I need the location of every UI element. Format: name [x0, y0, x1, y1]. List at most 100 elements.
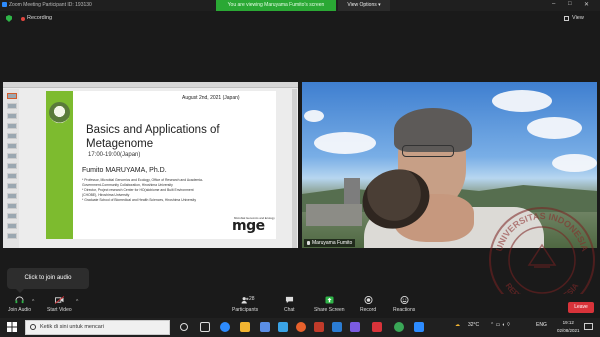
current-slide: August 2nd, 2021 (Japan) Basics and Appl…	[46, 91, 276, 239]
share-screen-icon	[325, 296, 334, 304]
firefox-icon[interactable]	[296, 322, 306, 332]
slide-thumbnail[interactable]	[7, 133, 17, 139]
slide-thumbnail[interactable]	[7, 233, 17, 239]
chat-icon	[285, 296, 293, 304]
tooltip-pointer	[16, 289, 24, 293]
taskbar-search-placeholder: Ketik di sini untuk mencari	[40, 324, 104, 330]
slide-thumbnail[interactable]	[7, 173, 17, 179]
slide-thumbnail[interactable]	[7, 203, 17, 209]
leave-button[interactable]: Leave	[568, 302, 594, 313]
reactions-icon	[400, 296, 409, 304]
word-icon[interactable]	[332, 322, 342, 332]
file-explorer-icon[interactable]	[240, 322, 250, 332]
reactions-label: Reactions	[393, 307, 416, 313]
slide-thumbnail[interactable]	[7, 193, 17, 199]
edge-icon[interactable]	[220, 322, 230, 332]
weather-icon[interactable]: ☁	[455, 322, 460, 328]
store-icon[interactable]	[260, 322, 270, 332]
chrome-icon[interactable]	[394, 322, 404, 332]
viewing-screen-banner: You are viewing Maruyama Fumito's screen	[216, 0, 336, 11]
zoom-app-icon	[2, 2, 7, 7]
participants-label: Participants	[232, 307, 259, 313]
mge-logo: mge	[232, 218, 265, 234]
slide-thumbnail-panel[interactable]	[3, 89, 19, 248]
video-options-caret-icon[interactable]: ^	[76, 299, 78, 305]
slide-affiliation: Government-Community Collaboration, Hiro…	[82, 183, 173, 187]
language-indicator[interactable]: ENG	[536, 322, 547, 328]
start-video-label: Start Video	[47, 307, 72, 313]
windows-taskbar: Ketik di sini untuk mencari ☁ 32°C ⌃ ▭ ◖…	[0, 318, 600, 337]
notification-icon[interactable]	[584, 323, 593, 330]
cloud	[314, 132, 376, 154]
powerpoint-icon[interactable]	[314, 322, 324, 332]
recording-dot-icon	[21, 17, 25, 21]
share-screen-label: Share Screen	[314, 307, 345, 313]
slide-date: August 2nd, 2021 (Japan)	[182, 95, 240, 101]
zoom-taskbar-icon[interactable]	[414, 322, 424, 332]
slide-thumbnail[interactable]	[7, 163, 17, 169]
view-options-button[interactable]: View Options ▾	[338, 0, 390, 11]
reactions-button[interactable]: Reactions	[393, 296, 415, 313]
system-tray-icons[interactable]: ⌃ ▭ ◖ ⌔	[490, 322, 511, 328]
slide-affiliation: * Director, Project research Center for …	[82, 188, 194, 192]
person-glasses	[402, 145, 454, 157]
slide-thumbnail[interactable]	[7, 143, 17, 149]
join-audio-label: Join Audio	[8, 307, 32, 313]
record-icon	[364, 296, 373, 304]
close-icon[interactable]: ✕	[584, 1, 589, 8]
slide-thumbnail[interactable]	[7, 113, 17, 119]
window-title: Zoom Meeting Participant ID: 193130	[9, 2, 92, 8]
maximize-icon[interactable]: □	[568, 1, 572, 7]
join-audio-tooltip[interactable]: Click to join audio	[7, 268, 89, 289]
cloud	[527, 117, 582, 139]
participant-name: Maruyama Fumito	[312, 240, 353, 246]
slide-thumbnail[interactable]	[7, 153, 17, 159]
slide-affiliation: (CHOBE), Hiroshima University	[82, 193, 130, 197]
zoom-window: Zoom Meeting Participant ID: 193130 You …	[0, 0, 600, 337]
presentation-scrollbar[interactable]	[292, 89, 297, 248]
slide-thumbnail[interactable]	[7, 213, 17, 219]
acrobat-icon[interactable]	[372, 322, 382, 332]
minimize-icon[interactable]: –	[552, 1, 555, 7]
shield-icon[interactable]	[6, 15, 12, 22]
task-view-icon[interactable]	[200, 322, 210, 332]
view-button[interactable]: View	[572, 15, 584, 21]
participants-button[interactable]: 28 Participants	[232, 296, 258, 313]
recording-label: Recording	[27, 15, 53, 21]
taskbar-search-input[interactable]: Ketik di sini untuk mencari	[25, 320, 170, 335]
headphones-icon	[15, 296, 24, 304]
app-icon[interactable]	[350, 322, 360, 332]
university-logo	[49, 102, 70, 123]
grid-view-icon[interactable]	[564, 16, 569, 21]
windows-start-icon[interactable]	[7, 322, 17, 332]
record-label: Record	[360, 307, 377, 313]
slide-time: 17:00-19:00(Japan)	[88, 152, 141, 158]
audio-options-caret-icon[interactable]: ^	[32, 299, 34, 305]
chat-button[interactable]: Chat	[284, 296, 295, 313]
participants-count: 28	[249, 296, 255, 302]
mail-icon[interactable]	[278, 322, 288, 332]
participant-name-label: Maruyama Fumito	[304, 239, 356, 247]
slide-thumbnail[interactable]	[7, 183, 17, 189]
slide-affiliation: * Graduate School of Biomedical and Heal…	[82, 198, 197, 202]
slide-thumbnail[interactable]	[7, 103, 17, 109]
presentation-toolbar	[3, 82, 298, 88]
temperature-label[interactable]: 32°C	[468, 322, 479, 328]
chat-label: Chat	[284, 307, 295, 313]
slide-presenter: Fumito MARUYAMA, Ph.D.	[82, 167, 167, 174]
slide-thumbnail[interactable]	[7, 123, 17, 129]
slide-thumbnail[interactable]	[7, 223, 17, 229]
start-video-button[interactable]: Start Video	[47, 296, 72, 313]
cortana-icon[interactable]	[180, 323, 188, 331]
background-building	[306, 204, 362, 226]
taskbar-clock[interactable]: 19:12 02/08/2021	[557, 319, 580, 335]
share-screen-button[interactable]: Share Screen	[314, 296, 345, 313]
background-building	[344, 178, 360, 204]
record-button[interactable]: Record	[360, 296, 376, 313]
clock-date: 02/08/2021	[557, 328, 580, 333]
slide-green-band	[46, 91, 73, 239]
slide-thumbnail[interactable]	[7, 93, 17, 99]
join-audio-button[interactable]: Join Audio	[8, 296, 31, 313]
cloud	[552, 154, 597, 172]
shared-screen-tile[interactable]: August 2nd, 2021 (Japan) Basics and Appl…	[3, 82, 298, 248]
